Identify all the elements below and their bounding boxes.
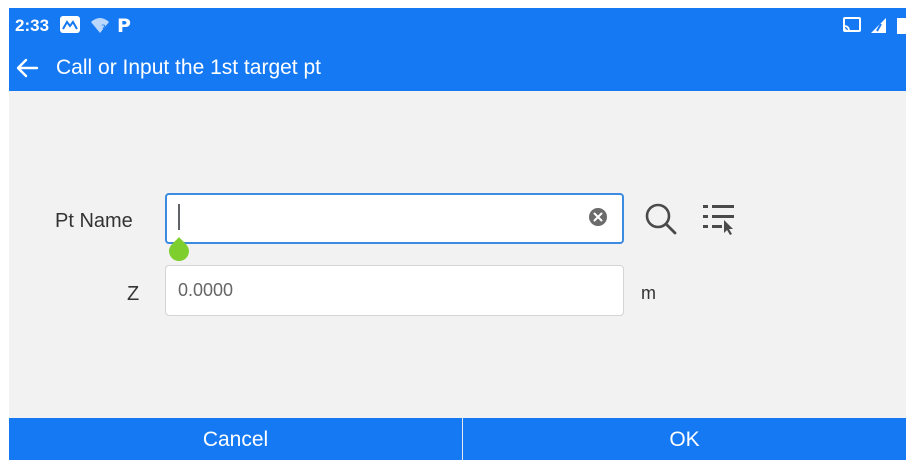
pt-name-input[interactable]	[167, 195, 622, 242]
status-time: 2:33	[15, 16, 50, 35]
app-screen: 2:33 ? P Call or Input the 1st target pt	[9, 8, 906, 460]
z-input[interactable]	[166, 266, 623, 315]
cancel-button[interactable]: Cancel	[9, 418, 462, 460]
button-bar: Cancel OK	[9, 418, 906, 460]
z-unit: m	[641, 283, 656, 303]
p-app-icon: P	[117, 15, 131, 36]
gallery-icon	[60, 16, 80, 33]
app-bar: Call or Input the 1st target pt	[9, 45, 906, 91]
select-list-icon[interactable]	[701, 202, 739, 236]
signal-icon	[871, 18, 886, 33]
ok-button[interactable]: OK	[463, 418, 906, 460]
arrow-left-icon[interactable]	[14, 54, 42, 82]
page-title: Call or Input the 1st target pt	[56, 56, 321, 79]
z-field[interactable]	[165, 265, 624, 316]
wifi-icon: ?	[91, 18, 109, 34]
cast-icon	[843, 17, 861, 32]
text-caret	[178, 204, 180, 230]
search-icon[interactable]	[643, 201, 679, 237]
text-handle-icon[interactable]	[167, 236, 191, 262]
battery-icon	[897, 18, 906, 34]
svg-text:?: ?	[101, 24, 106, 34]
pt-name-field[interactable]	[165, 193, 624, 261]
clear-input-icon[interactable]	[588, 207, 608, 227]
z-label: Z	[127, 283, 140, 305]
pt-name-label: Pt Name	[55, 210, 133, 232]
svg-text:P: P	[117, 15, 131, 36]
status-bar: 2:33 ? P	[9, 8, 906, 45]
